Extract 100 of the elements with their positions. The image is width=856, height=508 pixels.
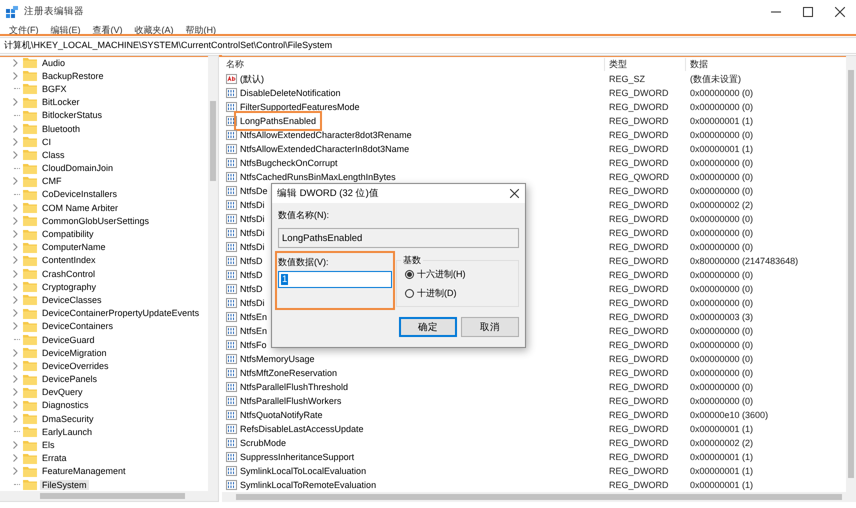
value-name[interactable]: NtfsAllowExtendedCharacterIn8dot3Name: [238, 143, 412, 155]
value-name[interactable]: NtfsDi: [238, 241, 266, 253]
column-header[interactable]: 类型: [604, 58, 690, 70]
value-data-field[interactable]: 1: [278, 271, 392, 288]
value-name[interactable]: SymlinkLocalToLocalEvaluation: [238, 465, 368, 477]
tree-item[interactable]: DevQuery: [40, 387, 85, 398]
tree-item[interactable]: Els: [40, 440, 57, 450]
chevron-icon[interactable]: [13, 467, 18, 476]
value-name[interactable]: SymlinkLocalToRemoteEvaluation: [238, 479, 378, 491]
tree-item[interactable]: CommonGlobUserSettings: [40, 216, 152, 226]
value-name[interactable]: NtfsParallelFlushThreshold: [238, 381, 350, 393]
chevron-icon[interactable]: [13, 454, 18, 462]
value-name[interactable]: RefsDisableLastAccessUpdate: [238, 423, 366, 435]
chevron-icon[interactable]: [13, 204, 18, 212]
horizontal-scrollbar[interactable]: [222, 492, 856, 502]
value-name[interactable]: NtfsEn: [238, 325, 270, 337]
address-bar[interactable]: 计算机\HKEY_LOCAL_MACHINE\SYSTEM\CurrentControlSet\Control\FileSystem: [0, 37, 856, 54]
radio-icon[interactable]: [405, 270, 414, 278]
chevron-icon[interactable]: [13, 216, 18, 225]
chevron-icon[interactable]: [13, 362, 18, 370]
tree-item[interactable]: Diagnostics: [40, 400, 91, 410]
tree-item[interactable]: DmaSecurity: [40, 414, 96, 424]
chevron-icon[interactable]: [13, 256, 18, 264]
value-name[interactable]: NtfsD: [238, 255, 264, 267]
tree-item[interactable]: CMF: [40, 176, 64, 186]
tree-item[interactable]: CoDeviceInstallers: [40, 189, 120, 200]
value-name[interactable]: ScrubMode: [238, 437, 288, 449]
tree-item[interactable]: CI: [40, 136, 53, 147]
chevron-icon[interactable]: [13, 401, 18, 410]
scrollbar[interactable]: [208, 56, 218, 491]
maximize-icon[interactable]: [803, 6, 813, 16]
tree-item[interactable]: ComputerName: [40, 242, 108, 252]
radio-option[interactable]: 十进制(D): [405, 286, 518, 300]
chevron-icon[interactable]: [13, 58, 18, 67]
value-name[interactable]: NtfsDi: [238, 213, 266, 225]
dialog-button[interactable]: 确定: [399, 317, 457, 337]
tree-item[interactable]: DeviceOverrides: [40, 360, 111, 371]
tree-item[interactable]: DeviceMigration: [40, 348, 109, 358]
chevron-icon[interactable]: [13, 124, 18, 133]
value-name-field[interactable]: LongPathsEnabled: [278, 228, 519, 248]
chevron-icon[interactable]: [13, 72, 18, 80]
tree-item[interactable]: Bluetooth: [40, 124, 82, 134]
scrollbar[interactable]: [846, 56, 856, 492]
value-name[interactable]: FilterSupportedFeaturesMode: [238, 101, 362, 113]
tree-item[interactable]: DeviceContainers: [40, 321, 116, 332]
chevron-icon[interactable]: [13, 296, 18, 304]
chevron-icon[interactable]: [13, 230, 18, 238]
tree-item[interactable]: DeviceContainerPropertyUpdateEvents: [40, 308, 202, 318]
value-name[interactable]: NtfsDi: [238, 199, 266, 211]
value-name[interactable]: NtfsEn: [238, 311, 270, 323]
tree-item[interactable]: BackupRestore: [40, 70, 106, 81]
tree-item[interactable]: DeviceClasses: [40, 294, 104, 305]
chevron-icon[interactable]: [13, 243, 18, 252]
tree-item[interactable]: Errata: [40, 453, 69, 464]
tree-item[interactable]: BitlockerStatus: [40, 110, 104, 120]
chevron-icon[interactable]: [13, 177, 18, 186]
value-name[interactable]: DisableDeleteNotification: [238, 87, 343, 99]
value-name[interactable]: NtfsD: [238, 283, 264, 295]
close-icon[interactable]: [510, 189, 518, 198]
dialog-button[interactable]: 取消: [461, 317, 519, 337]
value-name[interactable]: (默认): [238, 72, 266, 86]
value-name[interactable]: NtfsDi: [238, 227, 266, 239]
radio-icon[interactable]: [405, 288, 414, 298]
tree-item[interactable]: Cryptography: [40, 282, 98, 292]
chevron-icon[interactable]: [13, 270, 18, 278]
chevron-icon[interactable]: [13, 150, 18, 159]
chevron-icon[interactable]: [13, 138, 18, 146]
value-name[interactable]: NtfsD: [238, 269, 264, 281]
value-name[interactable]: NtfsDi: [238, 297, 266, 309]
value-name[interactable]: NtfsAllowExtendedCharacter8dot3Rename: [238, 129, 414, 141]
value-name[interactable]: NtfsCachedRunsBinMaxLengthInBytes: [238, 171, 398, 183]
chevron-icon[interactable]: [13, 309, 18, 318]
tree-item[interactable]: FileSystem: [40, 480, 89, 490]
tree-item[interactable]: EarlyLaunch: [40, 426, 94, 437]
tree-item[interactable]: DevicePanels: [40, 374, 100, 384]
value-name[interactable]: NtfsMftZoneReservation: [238, 367, 340, 379]
tree-item[interactable]: BGFX: [40, 84, 69, 94]
tree-item[interactable]: FeatureManagement: [40, 466, 128, 476]
tree-item[interactable]: CrashControl: [40, 268, 98, 279]
value-name[interactable]: NtfsFo: [238, 339, 269, 351]
tree-item[interactable]: Compatibility: [40, 229, 96, 240]
value-name[interactable]: NtfsMemoryUsage: [238, 353, 317, 365]
chevron-icon[interactable]: [13, 441, 18, 450]
value-name[interactable]: NtfsBugcheckOnCorrupt: [238, 157, 340, 169]
tree-item[interactable]: COM Name Arbiter: [40, 202, 120, 213]
chevron-icon[interactable]: [13, 375, 18, 384]
tree-item[interactable]: ContentIndex: [40, 255, 98, 266]
horizontal-scrollbar[interactable]: [0, 491, 218, 501]
tree-item[interactable]: DeviceGuard: [40, 334, 97, 345]
value-name[interactable]: NtfsDe: [238, 185, 270, 197]
radio-option[interactable]: 十六进制(H): [405, 268, 518, 280]
chevron-icon[interactable]: [13, 414, 18, 423]
tree-item[interactable]: CloudDomainJoin: [40, 163, 116, 174]
tree-item[interactable]: Audio: [40, 58, 68, 68]
value-name[interactable]: NtfsParallelFlushWorkers: [238, 395, 344, 407]
chevron-icon[interactable]: [13, 388, 18, 396]
value-name[interactable]: SuppressInheritanceSupport: [238, 451, 356, 463]
value-name[interactable]: NtfsQuotaNotifyRate: [238, 409, 325, 421]
close-icon[interactable]: [835, 6, 845, 16]
chevron-icon[interactable]: [13, 98, 18, 106]
